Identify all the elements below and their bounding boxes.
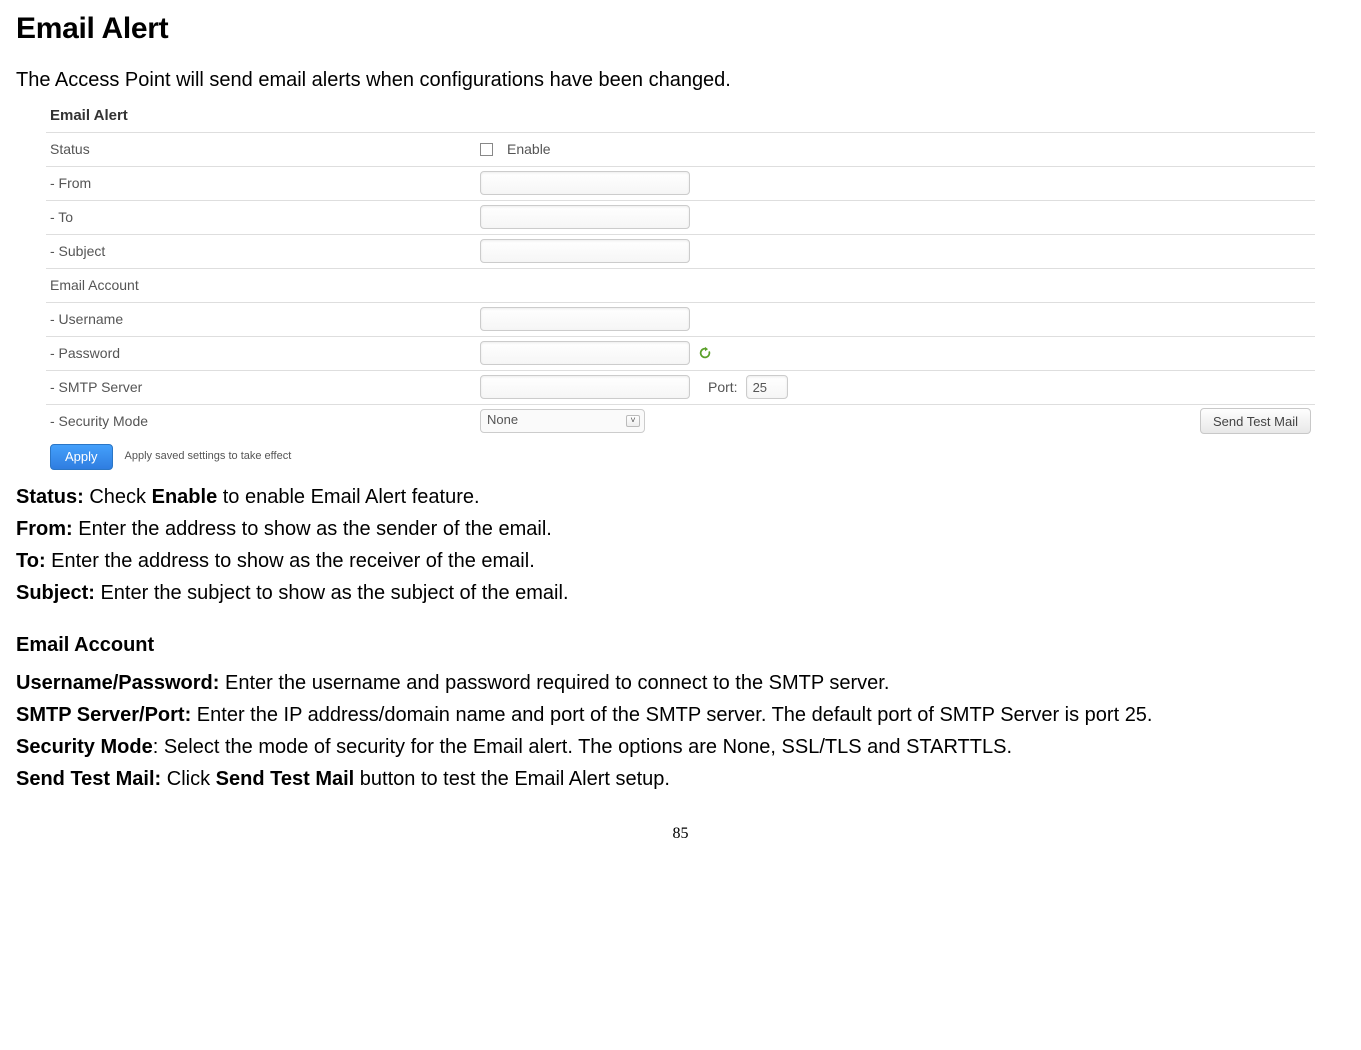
row-smtp: - SMTP Server Port: bbox=[46, 370, 1315, 404]
desc-smtp: SMTP Server/Port: Enter the IP address/d… bbox=[16, 700, 1345, 730]
port-input[interactable] bbox=[746, 375, 788, 399]
password-input[interactable] bbox=[480, 341, 690, 365]
desc-security: Security Mode: Select the mode of securi… bbox=[16, 732, 1345, 762]
port-label: Port: bbox=[708, 377, 738, 398]
desc-username-password: Username/Password: Enter the username an… bbox=[16, 668, 1345, 698]
row-status: Status Enable bbox=[46, 132, 1315, 166]
apply-hint: Apply saved settings to take effect bbox=[125, 448, 292, 465]
row-email-account: Email Account bbox=[46, 268, 1315, 302]
page-title: Email Alert bbox=[16, 6, 1345, 51]
to-input[interactable] bbox=[480, 205, 690, 229]
email-alert-panel: Email Alert Status Enable - From - To - … bbox=[46, 101, 1315, 472]
username-label: - Username bbox=[50, 309, 480, 330]
email-account-label: Email Account bbox=[50, 275, 480, 296]
section-email-account: Email Account bbox=[16, 630, 1345, 660]
row-to: - To bbox=[46, 200, 1315, 234]
refresh-icon[interactable] bbox=[698, 346, 712, 360]
from-label: - From bbox=[50, 173, 480, 194]
smtp-label: - SMTP Server bbox=[50, 377, 480, 398]
desc-status-bold: Status: bbox=[16, 486, 84, 508]
security-label: - Security Mode bbox=[50, 411, 480, 432]
row-username: - Username bbox=[46, 302, 1315, 336]
apply-row: Apply Apply saved settings to take effec… bbox=[46, 438, 1315, 472]
desc-from: From: Enter the address to show as the s… bbox=[16, 514, 1345, 544]
intro-text: The Access Point will send email alerts … bbox=[16, 65, 1345, 95]
status-label: Status bbox=[50, 139, 480, 160]
security-mode-select[interactable]: None ˅ bbox=[480, 409, 645, 433]
password-label: - Password bbox=[50, 343, 480, 364]
subject-input[interactable] bbox=[480, 239, 690, 263]
from-input[interactable] bbox=[480, 171, 690, 195]
chevron-down-icon: ˅ bbox=[626, 415, 640, 427]
panel-heading: Email Alert bbox=[46, 101, 1315, 132]
desc-subject: Subject: Enter the subject to show as th… bbox=[16, 578, 1345, 608]
desc-send-test: Send Test Mail: Click Send Test Mail but… bbox=[16, 764, 1345, 794]
row-from: - From bbox=[46, 166, 1315, 200]
page-number: 85 bbox=[16, 822, 1345, 846]
username-input[interactable] bbox=[480, 307, 690, 331]
row-subject: - Subject bbox=[46, 234, 1315, 268]
enable-label: Enable bbox=[507, 139, 551, 160]
row-password: - Password bbox=[46, 336, 1315, 370]
subject-label: - Subject bbox=[50, 241, 480, 262]
to-label: - To bbox=[50, 207, 480, 228]
desc-status: Status: Check Enable to enable Email Ale… bbox=[16, 482, 1345, 512]
apply-button[interactable]: Apply bbox=[50, 444, 113, 470]
send-test-mail-button[interactable]: Send Test Mail bbox=[1200, 408, 1311, 434]
enable-checkbox[interactable] bbox=[480, 143, 493, 156]
smtp-server-input[interactable] bbox=[480, 375, 690, 399]
security-mode-value: None bbox=[487, 412, 518, 427]
description-block: Status: Check Enable to enable Email Ale… bbox=[16, 482, 1345, 794]
row-security: - Security Mode None ˅ Send Test Mail bbox=[46, 404, 1315, 438]
desc-to: To: Enter the address to show as the rec… bbox=[16, 546, 1345, 576]
